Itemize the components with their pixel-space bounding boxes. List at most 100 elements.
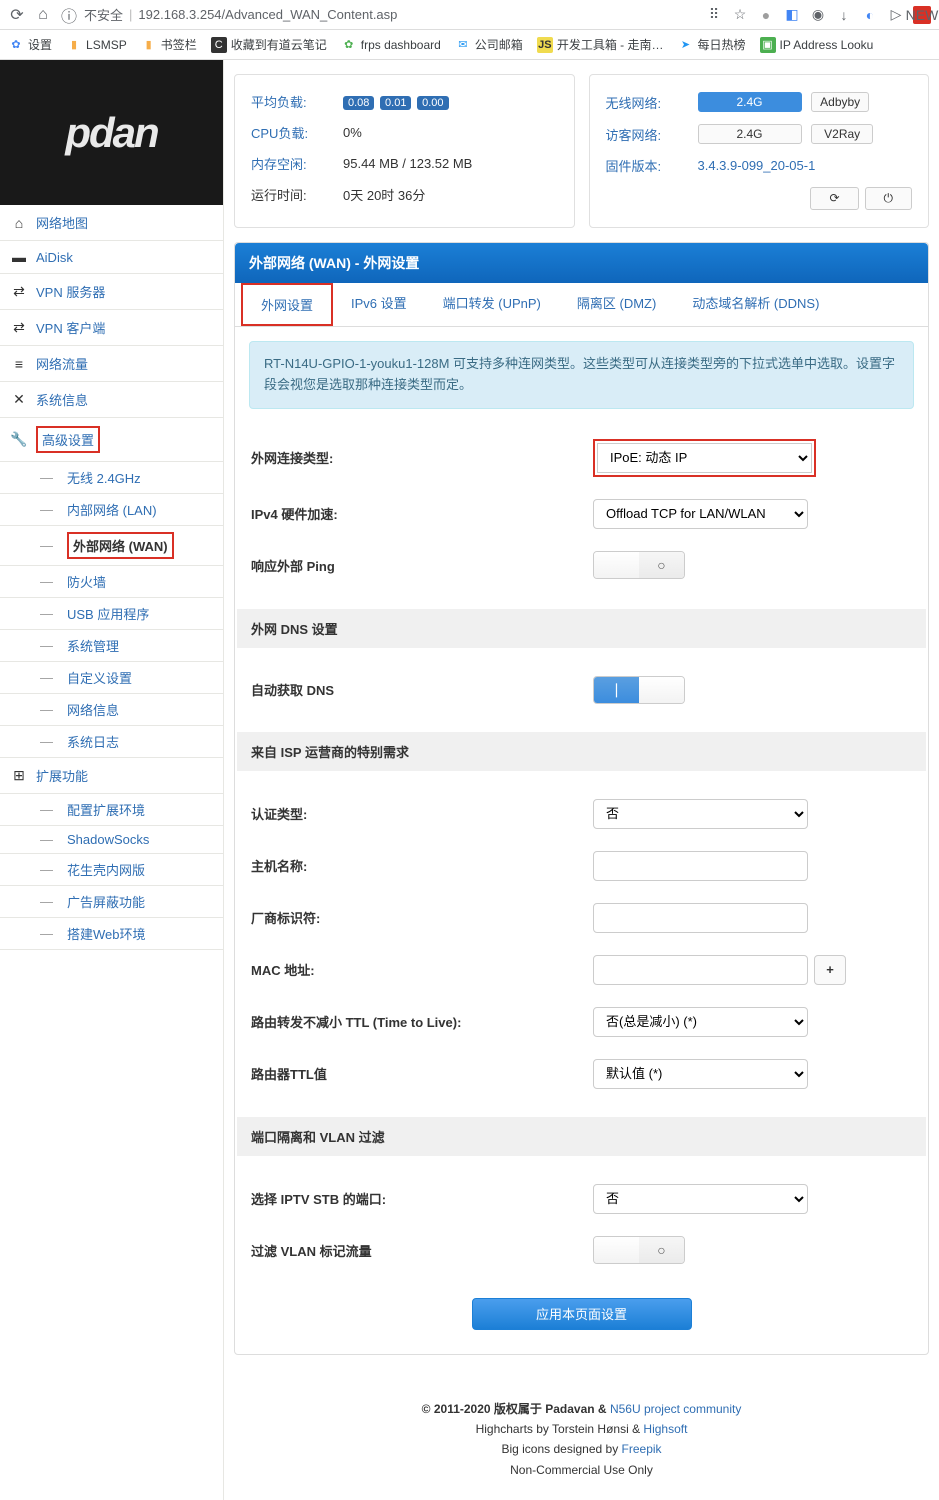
wifi-label[interactable]: 无线网络: [606, 96, 662, 111]
new-badge[interactable]: NEW [913, 6, 931, 24]
nav-lan[interactable]: —内部网络 (LAN) [30, 494, 223, 525]
refresh-button[interactable]: ⟳ [810, 187, 858, 210]
nav-vpn-client[interactable]: ⇄VPN 客户端 [0, 310, 223, 345]
footer-link-highsoft[interactable]: Highsoft [643, 1422, 687, 1436]
nav-extensions[interactable]: ⊞扩展功能 [0, 758, 223, 793]
panel-title: 外部网络 (WAN) - 外网设置 [235, 243, 928, 283]
apply-button[interactable]: 应用本页面设置 [472, 1298, 692, 1330]
globe-icon[interactable]: ◐ [861, 6, 879, 24]
nav-wifi-24[interactable]: —无线 2.4GHz [30, 462, 223, 493]
nav-buildweb[interactable]: —搭建Web环境 [30, 918, 223, 949]
home-icon[interactable]: ⌂ [34, 6, 52, 24]
download-icon[interactable]: ↓ [835, 6, 853, 24]
mac-input[interactable] [593, 955, 808, 985]
circle-icon: ○ [639, 1237, 684, 1263]
fw-version-link[interactable]: 3.4.3.9-099_20-05-1 [698, 158, 816, 173]
nav-custom-set[interactable]: —自定义设置 [30, 662, 223, 693]
star-icon[interactable]: ☆ [731, 6, 749, 24]
tab-ddns[interactable]: 动态域名解析 (DDNS) [674, 283, 837, 326]
camera-icon[interactable]: ◉ [809, 6, 827, 24]
hostname-input[interactable] [593, 851, 808, 881]
nav-aidisk[interactable]: ▬AiDisk [0, 241, 223, 273]
guest-24g-button[interactable]: 2.4G [698, 124, 802, 144]
band-24g-button[interactable]: 2.4G [698, 92, 802, 112]
gtranslate-icon[interactable]: ◧ [783, 6, 801, 24]
hw-accel-label: IPv4 硬件加速: [251, 489, 591, 539]
nav-shadowsocks[interactable]: —ShadowSocks [30, 826, 223, 853]
vendor-input[interactable] [593, 903, 808, 933]
vlan-filter-toggle[interactable]: ○ [593, 1236, 685, 1264]
wan-panel: 外部网络 (WAN) - 外网设置 外网设置 IPv6 设置 端口转发 (UPn… [234, 242, 929, 1355]
nav-vpn-server[interactable]: ⇄VPN 服务器 [0, 274, 223, 309]
bm-iplookup[interactable]: ▣IP Address Looku [760, 37, 874, 53]
url-text: 192.168.3.254/Advanced_WAN_Content.asp [138, 7, 397, 22]
tab-wan[interactable]: 外网设置 [241, 283, 333, 326]
status-card-right: 无线网络: 2.4G Adbyby 访客网络: 2.4G V2Ray 固件版本:… [589, 74, 930, 228]
bm-mail[interactable]: ✉公司邮箱 [455, 36, 523, 53]
conn-type-select[interactable]: IPoE: 动态 IP [597, 443, 812, 473]
cpu-load-label[interactable]: CPU负载: [251, 126, 308, 141]
logo: pdan [65, 109, 157, 157]
bm-devtools[interactable]: JS开发工具箱 - 走南… [537, 36, 664, 53]
reload-icon[interactable]: ⟳ [8, 6, 26, 24]
nav-advanced[interactable]: 🔧高级设置 [0, 418, 223, 461]
adbyby-button[interactable]: Adbyby [811, 92, 869, 112]
fw-label[interactable]: 固件版本: [606, 159, 662, 174]
dot-icon[interactable]: ● [757, 6, 775, 24]
nav-wan[interactable]: —外部网络 (WAN) [30, 526, 223, 565]
vpn-client-icon: ⇄ [10, 319, 28, 336]
nav-ext-env[interactable]: —配置扩展环境 [30, 794, 223, 825]
nav-netinfo[interactable]: —网络信息 [30, 694, 223, 725]
tab-ipv6[interactable]: IPv6 设置 [333, 283, 425, 326]
nav-firewall[interactable]: —防火墙 [30, 566, 223, 597]
mem-free-value: 95.44 MB / 123.52 MB [343, 149, 558, 178]
bm-youdao[interactable]: C收藏到有道云笔记 [211, 36, 327, 53]
ttl-fwd-label: 路由转发不减小 TTL (Time to Live): [251, 997, 591, 1047]
ttl-fwd-select[interactable]: 否(总是减小) (*) [593, 1007, 808, 1037]
nav-syslog[interactable]: —系统日志 [30, 726, 223, 757]
tab-dmz[interactable]: 隔离区 (DMZ) [559, 283, 674, 326]
mem-free-label[interactable]: 内存空闲: [251, 157, 307, 172]
nav-peanut[interactable]: —花生壳内网版 [30, 854, 223, 885]
footer-link-community[interactable]: N56U project community [610, 1402, 741, 1416]
translate-icon[interactable]: ⠿ [705, 6, 723, 24]
nav-adblock[interactable]: —广告屏蔽功能 [30, 886, 223, 917]
power-button[interactable]: ⏻ [865, 187, 913, 210]
status-card-left: 平均负载: 0.08 0.01 0.00 CPU负载: 0% 内存空闲: 95.… [234, 74, 575, 228]
conn-type-label: 外网连接类型: [251, 429, 591, 487]
hostname-label: 主机名称: [251, 841, 591, 891]
bm-bookbar[interactable]: ▮书签栏 [141, 36, 197, 53]
footer-link-freepik[interactable]: Freepik [622, 1442, 662, 1456]
bm-settings[interactable]: ✿设置 [8, 36, 52, 53]
nav-usb-app[interactable]: —USB 应用程序 [30, 598, 223, 629]
auth-type-select[interactable]: 否 [593, 799, 808, 829]
bm-lsmsp[interactable]: ▮LSMSP [66, 37, 127, 53]
info-box: RT-N14U-GPIO-1-youku1-128M 可支持多种连网类型。这些类… [249, 341, 914, 409]
auto-dns-toggle[interactable]: ❘ [593, 676, 685, 704]
nav-network-map[interactable]: ⌂网络地图 [0, 205, 223, 240]
nav-traffic[interactable]: ≡网络流量 [0, 346, 223, 381]
nav-sysinfo[interactable]: ✕系统信息 [0, 382, 223, 417]
v2ray-button[interactable]: V2Ray [811, 124, 873, 144]
vpn-server-icon: ⇄ [10, 283, 28, 300]
ping-toggle[interactable]: ○ [593, 551, 685, 579]
play-icon[interactable]: ▷ [887, 6, 905, 24]
ttl-val-select[interactable]: 默认值 (*) [593, 1059, 808, 1089]
disk-icon: ▬ [10, 249, 28, 265]
vendor-label: 厂商标识符: [251, 893, 591, 943]
nav-sys-mgmt[interactable]: —系统管理 [30, 630, 223, 661]
mac-add-button[interactable]: + [814, 955, 846, 985]
guest-label[interactable]: 访客网络: [606, 128, 662, 143]
avg-load-label[interactable]: 平均负载: [251, 95, 307, 110]
bm-frps[interactable]: ✿frps dashboard [341, 37, 441, 53]
hw-accel-select[interactable]: Offload TCP for LAN/WLAN [593, 499, 808, 529]
tab-upnp[interactable]: 端口转发 (UPnP) [425, 283, 559, 326]
circle-icon: ○ [639, 552, 684, 578]
iptv-select[interactable]: 否 [593, 1184, 808, 1214]
address-bar[interactable]: ⓘ 不安全 | 192.168.3.254/Advanced_WAN_Conte… [60, 5, 397, 24]
iptv-label: 选择 IPTV STB 的端口: [251, 1174, 591, 1224]
content-area: 平均负载: 0.08 0.01 0.00 CPU负载: 0% 内存空闲: 95.… [224, 60, 939, 1500]
info-icon: ⓘ [60, 6, 78, 24]
bm-hotlist[interactable]: ➤每日热榜 [677, 36, 745, 53]
sysinfo-icon: ✕ [10, 391, 28, 408]
